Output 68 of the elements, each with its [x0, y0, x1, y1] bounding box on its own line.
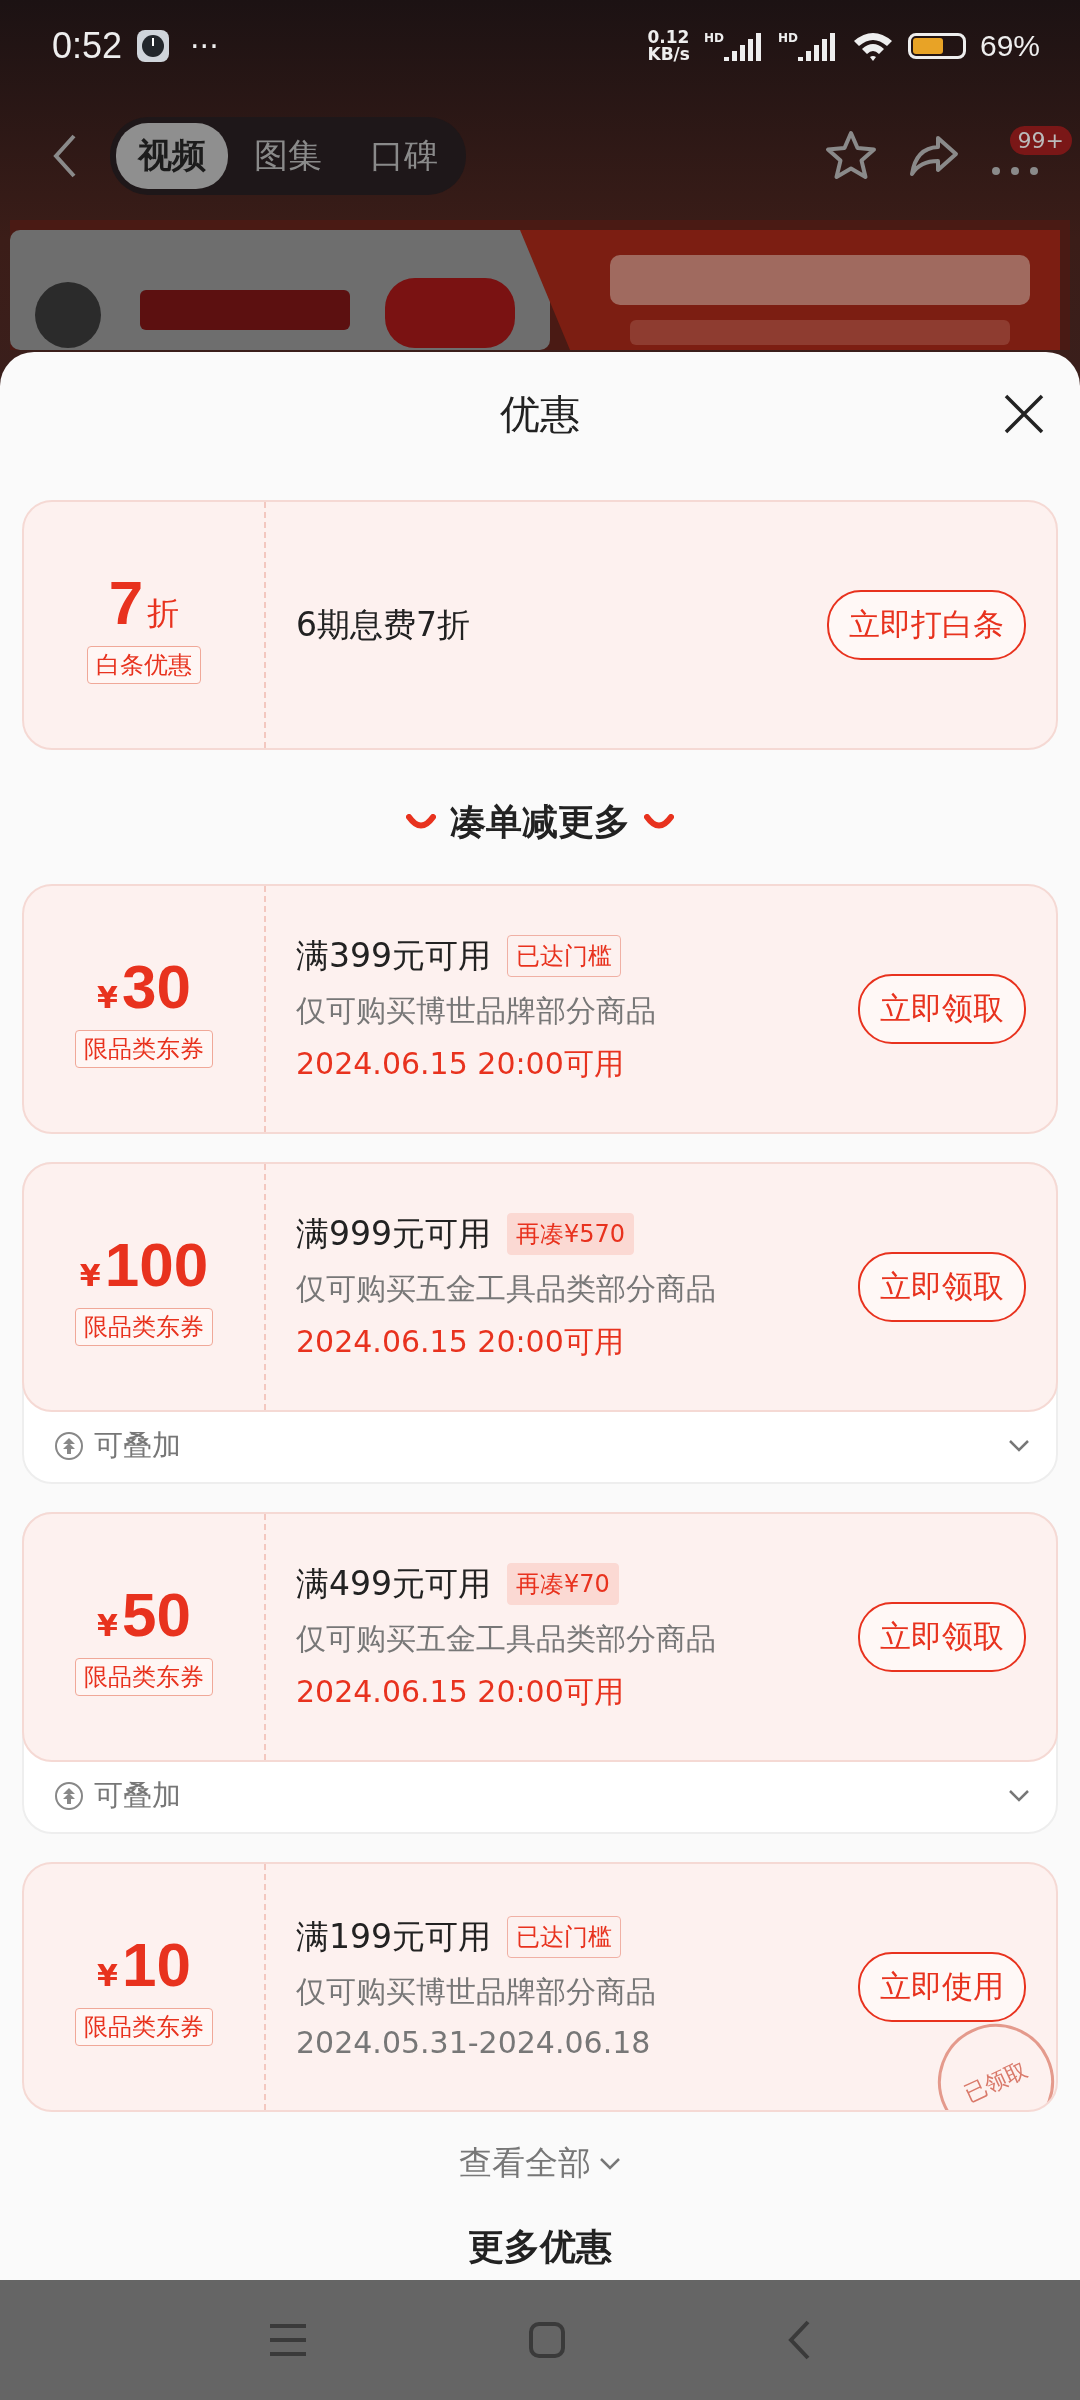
discount-value: 7 [108, 566, 144, 638]
coupon-date: 2024.06.15 20:00可用 [296, 1322, 625, 1361]
chevron-down-icon[interactable] [1008, 1439, 1030, 1453]
smile-icon [406, 814, 436, 830]
network-speed: 0.12 KB/s [647, 29, 690, 63]
coupon-tag: 限品类东券 [75, 1029, 213, 1068]
threshold-badge: 已达门槛 [507, 935, 621, 977]
coupon-condition: 满499元可用 [296, 1562, 491, 1605]
coupon-amount: 30 [121, 950, 191, 1022]
currency-sign: ¥ [79, 1257, 101, 1293]
sheet-title: 优惠 [500, 389, 580, 439]
smile-icon [644, 814, 674, 830]
chevron-down-icon [599, 2156, 621, 2171]
battery-percent: 69% [979, 29, 1040, 63]
share-icon[interactable] [908, 134, 960, 178]
discount-unit: 折 [147, 592, 180, 634]
coupon-date: 2024.06.15 20:00可用 [296, 1672, 625, 1711]
coupon-scope: 仅可购买博世品牌部分商品 [296, 991, 657, 1030]
star-icon[interactable] [824, 130, 878, 182]
coupon-condition: 满999元可用 [296, 1212, 491, 1255]
more-notifications-icon: ··· [190, 28, 219, 64]
stack-icon [54, 1781, 84, 1811]
currency-sign: ¥ [97, 979, 118, 1015]
claim-button[interactable]: 立即领取 [858, 1252, 1026, 1322]
clock-app-icon [136, 29, 171, 63]
coupon-tag: 白条优惠 [87, 645, 201, 684]
notification-badge: 99+ [1009, 125, 1072, 155]
coupon-tag: 限品类东券 [75, 1307, 213, 1346]
section-title: 更多优惠 [468, 2225, 612, 2269]
hd-label: HD [777, 31, 798, 45]
shortfall-badge: 再凑¥570 [507, 1213, 635, 1255]
chevron-down-icon[interactable] [1008, 1789, 1030, 1803]
coupon-condition: 满199元可用 [296, 1915, 491, 1958]
threshold-badge: 已达门槛 [507, 1916, 621, 1958]
stackable-label: 可叠加 [94, 1777, 181, 1814]
section-title: 凑单减更多 [450, 799, 630, 844]
battery-icon [907, 33, 966, 59]
coupon-date: 2024.06.15 20:00可用 [296, 1044, 625, 1083]
currency-sign: ¥ [97, 1607, 118, 1643]
stack-icon [54, 1431, 84, 1461]
shortfall-badge: 再凑¥70 [507, 1563, 619, 1605]
coupon-amount: 50 [121, 1578, 191, 1650]
claim-button[interactable]: 立即使用 [858, 1952, 1026, 2022]
coupon-condition: 满399元可用 [296, 934, 491, 977]
tab[interactable]: 视频 [116, 123, 228, 189]
coupon-scope: 仅可购买五金工具品类部分商品 [296, 1269, 717, 1308]
coupon-scope: 仅可购买博世品牌部分商品 [296, 1972, 657, 2011]
tab[interactable]: 口碑 [348, 123, 460, 189]
coupon-amount: 100 [104, 1228, 209, 1300]
clock-time: 0:52 [52, 25, 123, 67]
claim-button[interactable]: 立即领取 [858, 974, 1026, 1044]
coupon-tag: 限品类东券 [75, 1657, 213, 1696]
currency-sign: ¥ [97, 1957, 118, 1993]
signal-icon [797, 31, 838, 61]
signal-icon [723, 31, 764, 61]
stackable-label: 可叠加 [94, 1427, 181, 1464]
hd-label: HD [703, 31, 724, 45]
close-icon[interactable] [1002, 392, 1046, 436]
tab[interactable]: 图集 [232, 123, 344, 189]
claim-button[interactable]: 立即领取 [858, 1602, 1026, 1672]
baitiao-button[interactable]: 立即打白条 [827, 590, 1026, 660]
view-all-button[interactable]: 查看全部 [453, 2140, 627, 2187]
coupon-tag: 限品类东券 [75, 2007, 213, 2046]
more-icon[interactable] [990, 164, 1040, 177]
coupon-date: 2024.05.31-2024.06.18 [296, 2024, 652, 2060]
offer-text: 6期息费7折 [296, 603, 471, 646]
coupon-scope: 仅可购买五金工具品类部分商品 [296, 1619, 717, 1658]
coupon-amount: 10 [121, 1928, 191, 2000]
